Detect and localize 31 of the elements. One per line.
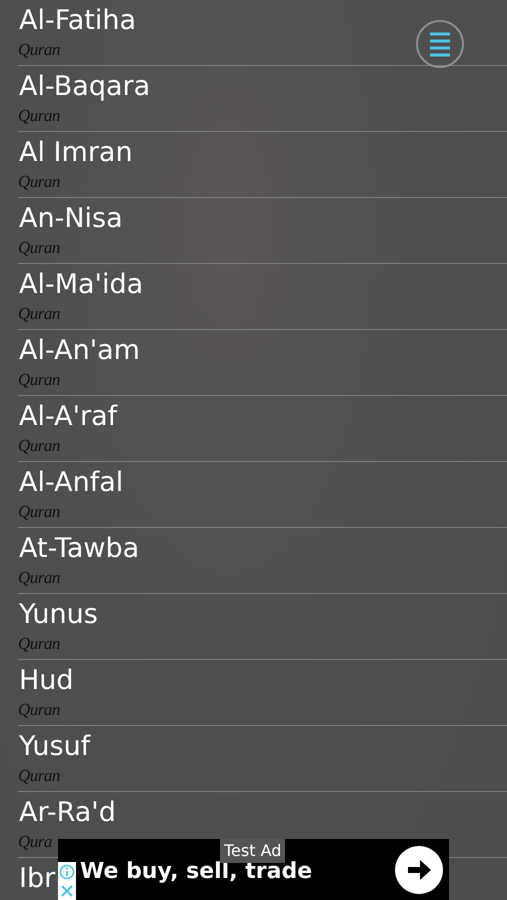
surah-name[interactable]: Al-Fatiha xyxy=(18,2,136,40)
surah-subtitle: Quran xyxy=(18,304,60,324)
ad-banner[interactable]: We buy, sell, trade Test Ad xyxy=(58,839,449,900)
surah-subtitle: Quran xyxy=(18,238,60,258)
menu-icon xyxy=(430,31,450,57)
surah-name[interactable]: At-Tawba xyxy=(18,530,140,568)
surah-name[interactable]: Al-Ma'ida xyxy=(18,266,144,304)
surah-subtitle: Quran xyxy=(18,172,60,192)
surah-name[interactable]: Al-A'raf xyxy=(18,398,118,436)
surah-name[interactable]: An-Nisa xyxy=(18,200,123,238)
surah-subtitle: Quran xyxy=(18,436,60,456)
surah-subtitle: Qura xyxy=(18,832,52,852)
surah-name[interactable]: Yunus xyxy=(18,596,98,634)
surah-name[interactable]: Al-An'am xyxy=(18,332,140,370)
surah-subtitle: Quran xyxy=(18,700,60,720)
ad-label: Test Ad xyxy=(220,839,286,863)
surah-subtitle: Quran xyxy=(18,370,60,390)
surah-name[interactable]: Hud xyxy=(18,662,74,700)
surah-name[interactable]: Ibr xyxy=(18,860,56,898)
surah-name[interactable]: Al-Baqara xyxy=(18,68,150,106)
menu-button[interactable] xyxy=(416,20,464,68)
surah-subtitle: Quran xyxy=(18,106,60,126)
surah-name[interactable]: Al Imran xyxy=(18,134,133,172)
surah-name[interactable]: Ar-Ra'd xyxy=(18,794,116,832)
surah-subtitle: Quran xyxy=(18,502,60,522)
surah-subtitle: Quran xyxy=(18,634,60,654)
surah-name[interactable]: Yusuf xyxy=(18,728,90,766)
surah-subtitle: Quran xyxy=(18,766,60,786)
surah-name[interactable]: Al-Anfal xyxy=(18,464,124,502)
surah-subtitle: Quran xyxy=(18,568,60,588)
surah-subtitle: Quran xyxy=(18,40,60,60)
